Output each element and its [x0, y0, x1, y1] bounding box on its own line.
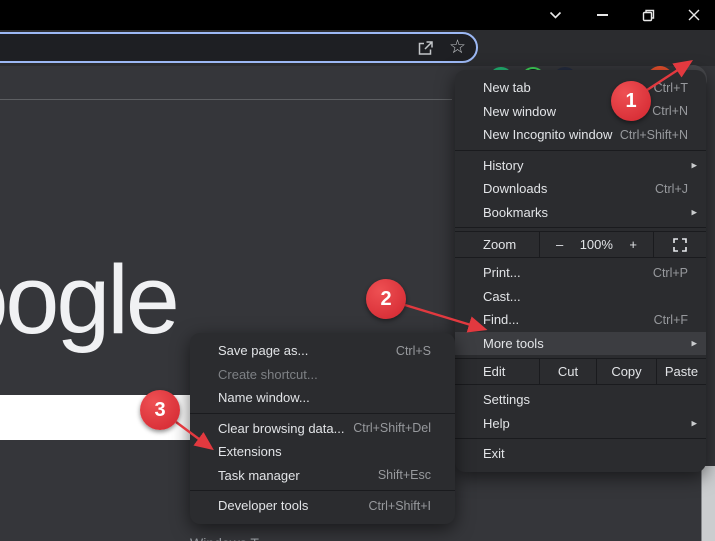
- submenu-arrow-icon: ▸: [691, 337, 697, 350]
- menu-item-print[interactable]: Print... Ctrl+P: [455, 261, 706, 285]
- browser-toolbar: ☆ G W K H: [0, 30, 715, 93]
- address-bar[interactable]: ☆: [0, 32, 478, 63]
- annotation-step-2: 2: [366, 279, 406, 319]
- fullscreen-icon: [673, 237, 687, 252]
- more-tools-submenu: Save page as... Ctrl+S Create shortcut...…: [190, 333, 455, 524]
- shortcut-label: Ctrl+Shift+N: [619, 127, 688, 142]
- edit-cut-button[interactable]: Cut: [540, 359, 597, 384]
- menu-separator: [455, 227, 706, 228]
- menu-item-help[interactable]: Help ▸: [455, 412, 706, 436]
- menu-separator: [190, 490, 455, 491]
- menu-item-history[interactable]: History ▸: [455, 154, 706, 178]
- chevron-down-icon: [549, 11, 561, 19]
- shortcut-label: Ctrl+Shift+Del: [353, 421, 431, 436]
- menu-item-new-window[interactable]: New window Ctrl+N: [455, 100, 706, 124]
- submenu-item-create-shortcut: Create shortcut...: [218, 366, 318, 382]
- submenu-arrow-icon: ▸: [691, 417, 697, 430]
- page-divider: [0, 99, 452, 100]
- bookmark-star-icon[interactable]: ☆: [449, 38, 466, 57]
- minimize-icon: [596, 14, 608, 16]
- zoom-label-cell: Zoom: [455, 232, 540, 257]
- menu-separator: [190, 412, 455, 414]
- menu-item-more-tools[interactable]: More tools ▸: [455, 331, 706, 355]
- submenu-arrow-icon: ▸: [691, 159, 697, 172]
- zoom-in-button[interactable]: +: [629, 237, 637, 252]
- submenu-arrow-icon: ▸: [691, 206, 697, 219]
- title-bar: [0, 0, 715, 30]
- edit-copy-button[interactable]: Copy: [597, 359, 657, 384]
- zoom-out-button[interactable]: –: [556, 237, 563, 252]
- menu-separator: [455, 149, 706, 151]
- submenu-item-save-page-as[interactable]: Save page as... Ctrl+S: [190, 339, 455, 363]
- shortcut-label: Ctrl+F: [653, 312, 688, 327]
- menu-separator: [455, 438, 706, 439]
- restore-icon: [642, 9, 654, 21]
- tab-search-button[interactable]: [538, 0, 572, 30]
- menu-edit-row: Edit Cut Copy Paste: [455, 358, 706, 385]
- zoom-controls: – 100% +: [540, 232, 654, 257]
- annotation-step-3: 3: [140, 390, 180, 430]
- fullscreen-button[interactable]: [654, 232, 706, 257]
- edit-label-cell: Edit: [455, 359, 540, 384]
- close-button[interactable]: [677, 0, 711, 30]
- menu-zoom-row: Zoom – 100% +: [455, 231, 706, 258]
- menu-item-downloads[interactable]: Downloads Ctrl+J: [455, 177, 706, 201]
- browser-window: ☆ G W K H Google Windows T New tabCtrl+T…: [0, 0, 715, 541]
- shortcut-label: Ctrl+S: [395, 343, 431, 358]
- menu-item-bookmarks[interactable]: Bookmarks ▸: [455, 201, 706, 225]
- page-scrollbar[interactable]: [701, 466, 715, 541]
- zoom-level: 100%: [579, 237, 613, 252]
- menu-item-new-tab[interactable]: New tab Ctrl+T: [455, 76, 706, 100]
- clipped-page-text: Windows T: [190, 535, 259, 541]
- shortcut-label: Ctrl+T: [653, 80, 688, 95]
- submenu-item-task-manager[interactable]: Task manager Shift+Esc: [190, 464, 455, 488]
- shortcut-label: Shift+Esc: [377, 468, 431, 483]
- share-icon[interactable]: [416, 39, 435, 57]
- menu-item-cast[interactable]: Cast...: [455, 285, 706, 309]
- submenu-item-name-window[interactable]: Name window...: [190, 386, 455, 410]
- google-logo: Google: [0, 245, 180, 354]
- menu-item-new-incognito-window[interactable]: New Incognito window Ctrl+Shift+N: [455, 123, 706, 147]
- menu-item-find[interactable]: Find... Ctrl+F: [455, 308, 706, 332]
- chrome-menu: New tab Ctrl+T New window Ctrl+N New Incog…: [455, 70, 706, 472]
- menu-item-exit[interactable]: Exit: [455, 442, 706, 466]
- restore-button[interactable]: [631, 0, 665, 30]
- annotation-step-1: 1: [611, 81, 651, 121]
- close-icon: [688, 9, 700, 21]
- shortcut-label: Ctrl+Shift+I: [368, 498, 431, 513]
- edit-paste-button[interactable]: Paste: [657, 359, 706, 384]
- menu-item-settings[interactable]: Settings: [455, 388, 706, 412]
- shortcut-label: Ctrl+N: [652, 104, 688, 119]
- minimize-button[interactable]: [585, 0, 619, 30]
- shortcut-label: Ctrl+J: [655, 181, 688, 196]
- shortcut-label: Ctrl+P: [652, 265, 688, 280]
- submenu-item-clear-browsing-data[interactable]: Clear browsing data... Ctrl+Shift+Del: [190, 417, 455, 441]
- submenu-item-developer-tools[interactable]: Developer tools Ctrl+Shift+I: [190, 494, 455, 518]
- submenu-item-extensions[interactable]: Extensions: [190, 440, 455, 464]
